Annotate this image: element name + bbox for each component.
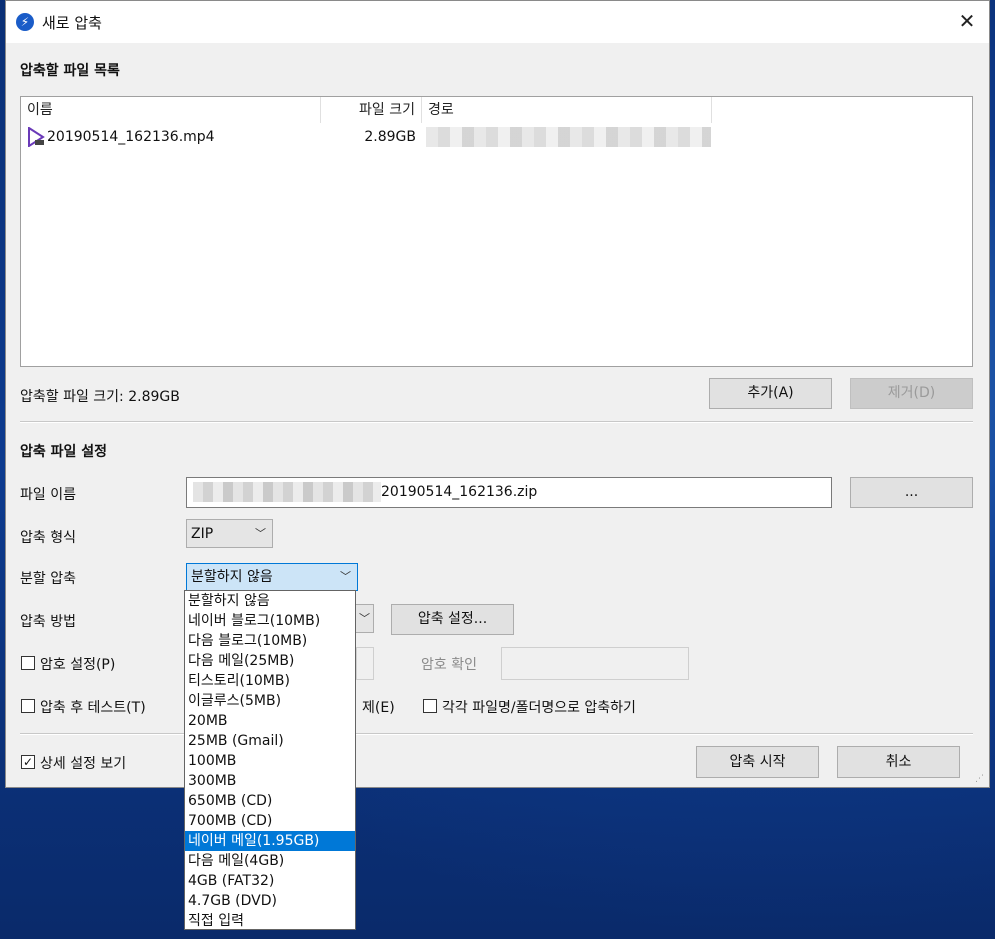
new-archive-dialog: ⚡ 새로 압축 ✕ 압축할 파일 목록 이름 파일 크기 경로 20190514… — [5, 0, 990, 788]
split-option[interactable]: 분할하지 않음 — [185, 591, 355, 611]
chevron-down-icon: ﹀ — [340, 570, 351, 583]
chevron-down-icon: ﹀ — [359, 612, 370, 625]
method-label: 압축 방법 — [20, 614, 76, 630]
password-confirm-label: 암호 확인 — [421, 657, 477, 673]
detail-label: 상세 설정 보기 — [40, 756, 127, 772]
split-option[interactable]: 650MB (CD) — [185, 791, 355, 811]
split-options-list[interactable]: 분할하지 않음 네이버 블로그(10MB) 다음 블로그(10MB) 다음 메일(25… — [184, 590, 356, 930]
filename-label: 파일 이름 — [20, 487, 76, 503]
split-option[interactable]: 네이버 메일(1.95GB) — [185, 831, 355, 851]
each-label: 각각 파일명/폴더명으로 압축하기 — [442, 700, 636, 716]
split-option[interactable]: 25MB (Gmail) — [185, 731, 355, 751]
split-option[interactable]: 100MB — [185, 751, 355, 771]
add-button[interactable]: 추가(A) — [709, 378, 832, 409]
test-checkbox[interactable] — [21, 699, 35, 713]
split-option[interactable]: 다음 블로그(10MB) — [185, 631, 355, 651]
file-size-cell: 2.89GB — [364, 129, 416, 145]
filename-path-blurred — [193, 482, 381, 502]
close-icon[interactable]: ✕ — [955, 9, 979, 33]
split-option[interactable]: 300MB — [185, 771, 355, 791]
file-list-table[interactable]: 이름 파일 크기 경로 20190514_162136.mp4 2.89GB — [20, 96, 973, 367]
format-select[interactable]: ZIP ﹀ — [186, 519, 273, 548]
file-name-cell: 20190514_162136.mp4 — [47, 129, 215, 145]
start-button[interactable]: 압축 시작 — [696, 746, 819, 778]
format-label: 압축 형식 — [20, 530, 76, 546]
filename-input[interactable]: 20190514_162136.zip — [186, 477, 832, 508]
split-label: 분할 압축 — [20, 571, 76, 587]
resize-grip-icon[interactable]: ⋰ — [975, 773, 987, 785]
window-title: 새로 압축 — [42, 14, 102, 32]
compression-settings-button[interactable]: 압축 설정... — [391, 604, 514, 635]
split-option[interactable]: 다음 메일(4GB) — [185, 851, 355, 871]
cancel-button[interactable]: 취소 — [837, 746, 960, 778]
delete-after-label: 제(E) — [362, 700, 395, 716]
file-path-blurred — [426, 127, 711, 147]
split-option[interactable]: 4GB (FAT32) — [185, 871, 355, 891]
split-option[interactable]: 티스토리(10MB) — [185, 671, 355, 691]
settings-section-title: 압축 파일 설정 — [20, 444, 108, 460]
detail-checkbox[interactable]: ✓ — [21, 755, 35, 769]
app-logo-icon: ⚡ — [16, 13, 34, 31]
divider — [20, 421, 973, 423]
total-size-label: 압축할 파일 크기: 2.89GB — [20, 389, 180, 405]
password-input-edge[interactable] — [356, 647, 374, 680]
file-list-section-title: 압축할 파일 목록 — [20, 63, 120, 79]
split-option[interactable]: 20MB — [185, 711, 355, 731]
test-label: 압축 후 테스트(T) — [40, 700, 146, 716]
column-header-size[interactable]: 파일 크기 — [321, 97, 422, 123]
each-checkbox[interactable] — [423, 699, 437, 713]
split-option[interactable]: 네이버 블로그(10MB) — [185, 611, 355, 631]
method-select-edge[interactable]: ﹀ — [356, 604, 374, 633]
column-header-path[interactable]: 경로 — [422, 97, 712, 123]
split-option[interactable]: 다음 메일(25MB) — [185, 651, 355, 671]
chevron-down-icon: ﹀ — [255, 527, 266, 540]
browse-button[interactable]: ... — [850, 477, 973, 508]
split-select[interactable]: 분할하지 않음 ﹀ — [186, 563, 358, 591]
split-value: 분할하지 않음 — [191, 569, 273, 585]
video-file-icon — [28, 127, 45, 147]
split-option[interactable]: 700MB (CD) — [185, 811, 355, 831]
split-option[interactable]: 4.7GB (DVD) — [185, 891, 355, 911]
title-bar[interactable]: ⚡ 새로 압축 ✕ — [6, 1, 989, 43]
password-checkbox[interactable] — [21, 656, 35, 670]
password-confirm-input[interactable] — [501, 647, 689, 680]
format-value: ZIP — [191, 526, 214, 542]
remove-button[interactable]: 제거(D) — [850, 378, 973, 409]
split-option[interactable]: 직접 입력 — [185, 911, 355, 931]
filename-value: 20190514_162136.zip — [381, 484, 538, 500]
column-header-name[interactable]: 이름 — [21, 97, 321, 123]
split-option[interactable]: 이글루스(5MB) — [185, 691, 355, 711]
password-label: 암호 설정(P) — [40, 657, 116, 673]
divider — [20, 733, 973, 735]
